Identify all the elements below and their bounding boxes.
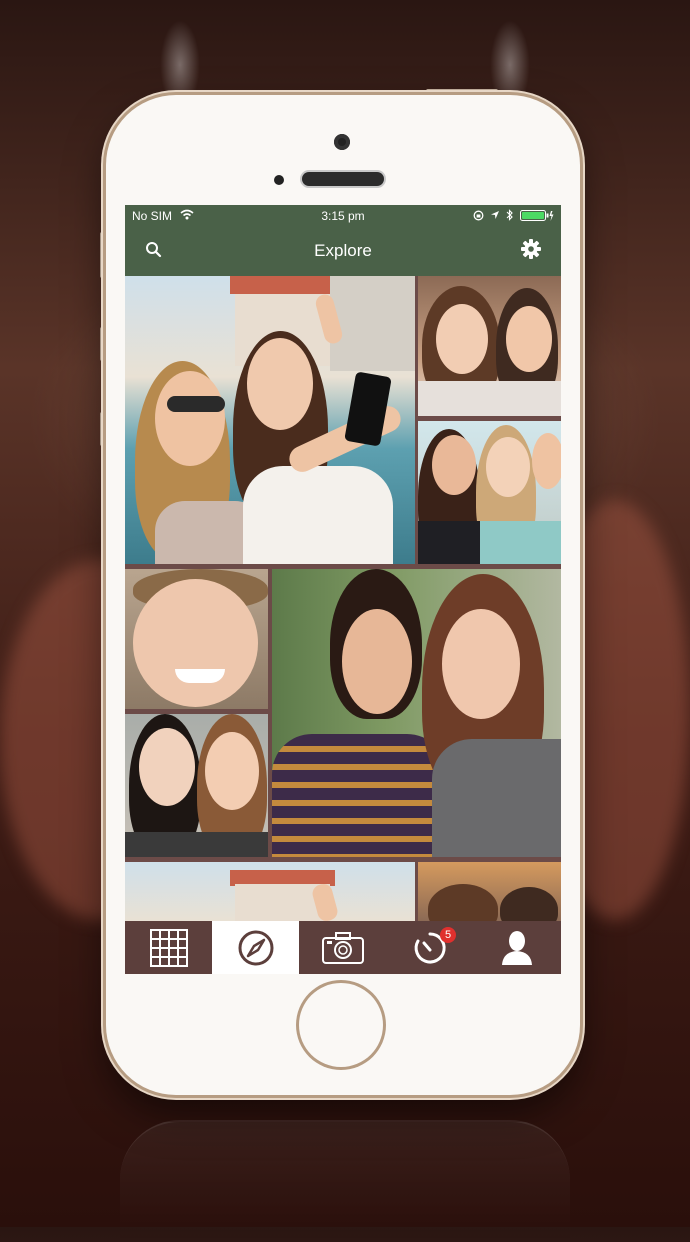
person (428, 884, 498, 921)
tab-bar: 5 (125, 921, 561, 974)
photo-tile[interactable] (125, 714, 268, 857)
photo-tile[interactable] (418, 421, 561, 564)
building-roof (230, 276, 335, 294)
profile-icon (501, 930, 532, 965)
tab-explore[interactable] (212, 921, 299, 974)
person (532, 433, 561, 489)
tab-profile[interactable] (473, 921, 560, 974)
shirt (125, 832, 268, 857)
person (139, 728, 195, 806)
status-bar: No SIM 3:15 pm (125, 205, 561, 227)
shirt (432, 739, 561, 857)
person (205, 732, 259, 810)
person (486, 437, 530, 497)
home-button[interactable] (299, 983, 383, 1067)
nav-bar: Explore (125, 227, 561, 276)
tab-grid[interactable] (125, 921, 212, 974)
photo-tile[interactable] (125, 569, 268, 709)
proximity-sensor (274, 175, 284, 185)
person (432, 435, 476, 495)
person (506, 306, 552, 372)
camera-icon (321, 931, 364, 964)
building (330, 276, 415, 371)
phone-in-hand (344, 371, 392, 447)
rotation-lock-icon (473, 210, 484, 221)
phone-reflection (120, 1120, 570, 1242)
notification-badge: 5 (440, 927, 456, 943)
person (500, 887, 558, 921)
shirt (480, 521, 561, 564)
shirt (243, 466, 393, 564)
earpiece-speaker (302, 172, 384, 186)
grid-icon (149, 928, 188, 967)
shirt (418, 521, 480, 564)
person (442, 609, 520, 719)
person (133, 579, 258, 707)
battery-icon (520, 210, 554, 221)
photo-tile[interactable] (125, 276, 415, 564)
photo-tile[interactable] (272, 569, 561, 857)
photo-tile[interactable] (125, 862, 415, 921)
compass-icon (238, 930, 273, 965)
striped-shirt (272, 734, 447, 857)
bluetooth-icon (506, 209, 513, 221)
person (247, 338, 313, 430)
sunglasses (167, 396, 225, 412)
app-screen: No SIM 3:15 pm Explore 5 (125, 205, 561, 974)
person (155, 371, 225, 466)
front-camera (334, 134, 350, 150)
tab-timer[interactable] (386, 921, 473, 974)
gear-icon[interactable] (520, 238, 542, 260)
smile (175, 669, 225, 683)
page-title: Explore (314, 241, 372, 260)
photo-grid (125, 276, 561, 921)
shirt (418, 381, 561, 416)
person (342, 609, 412, 714)
photo-tile[interactable] (418, 862, 561, 921)
tab-camera[interactable] (299, 921, 386, 974)
location-icon (491, 211, 499, 219)
photo-tile[interactable] (418, 276, 561, 416)
person (436, 304, 488, 374)
